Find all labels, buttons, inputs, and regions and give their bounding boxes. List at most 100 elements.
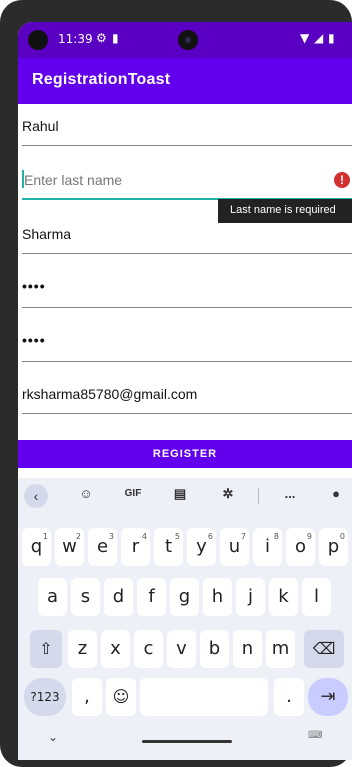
key-v[interactable]: v — [167, 630, 196, 668]
key-number-hint: 1 — [42, 532, 48, 541]
symbols-key[interactable]: ?123 — [24, 678, 66, 716]
battery-icon: ▮ — [328, 31, 335, 45]
key-e[interactable]: e3 — [88, 528, 117, 566]
key-p[interactable]: p0 — [319, 528, 348, 566]
key-x[interactable]: x — [101, 630, 130, 668]
error-icon[interactable]: ! — [334, 172, 350, 188]
screen: 11:39 ⚙ ▮ ▼ ◢ ▮ RegistrationToast Rahul … — [18, 22, 352, 760]
wifi-icon: ▼ — [300, 31, 310, 45]
more-options-button[interactable]: ... — [280, 486, 300, 506]
key-number-hint: 4 — [141, 532, 147, 541]
backspace-key[interactable]: ⌫ — [304, 630, 344, 668]
emoji-icon[interactable]: ☺ — [106, 678, 136, 716]
keyboard-toolbar: ‹ ☺ GIF ▤ ✲ ... ● — [18, 478, 352, 514]
app-bar: RegistrationToast — [18, 58, 352, 104]
key-j[interactable]: j — [236, 578, 265, 616]
chevron-left-icon[interactable]: ‹ — [24, 484, 48, 508]
password-underline — [22, 307, 352, 308]
key-number-hint: 2 — [75, 532, 81, 541]
last-name-field[interactable]: Enter last name ! — [22, 166, 352, 200]
status-time: 11:39 — [58, 32, 93, 46]
key-i[interactable]: i8 — [253, 528, 282, 566]
key-h[interactable]: h — [203, 578, 232, 616]
key-t[interactable]: t5 — [154, 528, 183, 566]
confirm-password-underline — [22, 361, 352, 362]
key-n[interactable]: n — [233, 630, 262, 668]
key-label: p — [327, 536, 340, 557]
key-number-hint: 3 — [108, 532, 114, 541]
key-k[interactable]: k — [269, 578, 298, 616]
key-a[interactable]: a — [38, 578, 67, 616]
confirm-password-field[interactable]: •••• — [22, 328, 352, 362]
keyboard-switch-icon[interactable]: ⌨ — [308, 730, 322, 741]
email-field[interactable]: rksharma85780@gmail.com — [22, 380, 352, 414]
device-frame: 11:39 ⚙ ▮ ▼ ◢ ▮ RegistrationToast Rahul … — [0, 0, 352, 767]
surname-field[interactable]: Sharma — [22, 220, 352, 254]
password-mask: •••• — [22, 278, 46, 294]
surname-underline — [22, 253, 352, 254]
key-label: w — [62, 536, 77, 557]
front-camera-punch-hole — [178, 30, 198, 50]
key-number-hint: 0 — [339, 532, 345, 541]
gif-button[interactable]: GIF — [120, 488, 146, 508]
last-name-placeholder: Enter last name — [24, 172, 123, 188]
first-name-underline — [22, 145, 352, 146]
key-number-hint: 5 — [174, 532, 180, 541]
key-q[interactable]: q1 — [22, 528, 51, 566]
shift-key[interactable]: ⇧ — [30, 630, 62, 668]
key-label: u — [228, 536, 241, 557]
key-label: e — [96, 536, 109, 557]
email-underline — [22, 413, 352, 414]
key-number-hint: 7 — [240, 532, 246, 541]
register-button[interactable]: REGISTER — [18, 440, 352, 468]
app-title: RegistrationToast — [32, 71, 171, 88]
first-name-value: Rahul — [22, 118, 59, 134]
toolbar-divider — [258, 488, 259, 504]
key-d[interactable]: d — [104, 578, 133, 616]
email-value: rksharma85780@gmail.com — [22, 386, 198, 402]
key-w[interactable]: w2 — [55, 528, 84, 566]
confirm-password-mask: •••• — [22, 332, 46, 348]
signal-icon: ◢ — [314, 31, 324, 45]
space-bar[interactable] — [140, 678, 268, 716]
key-label: t — [164, 536, 173, 557]
sd-card-icon: ▮ — [112, 31, 119, 45]
home-gesture-handle[interactable] — [142, 740, 232, 743]
key-y[interactable]: y6 — [187, 528, 216, 566]
key-z[interactable]: z — [68, 630, 97, 668]
chevron-down-icon[interactable]: ⌄ — [48, 730, 58, 744]
sticker-icon[interactable]: ☺ — [76, 486, 96, 506]
gear-icon[interactable]: ✲ — [218, 486, 238, 506]
first-name-field[interactable]: Rahul — [22, 112, 352, 146]
key-o[interactable]: o9 — [286, 528, 315, 566]
front-camera-left — [28, 30, 48, 50]
surname-value: Sharma — [22, 226, 72, 242]
clipboard-icon[interactable]: ▤ — [170, 486, 190, 506]
key-m[interactable]: m — [266, 630, 295, 668]
comma-key[interactable]: , — [72, 678, 102, 716]
period-key[interactable]: . — [274, 678, 304, 716]
key-label: y — [196, 536, 207, 557]
navigation-bar: ⌄ ⌨ — [18, 728, 352, 760]
key-c[interactable]: c — [134, 630, 163, 668]
key-number-hint: 8 — [273, 532, 279, 541]
key-g[interactable]: g — [170, 578, 199, 616]
key-r[interactable]: r4 — [121, 528, 150, 566]
key-s[interactable]: s — [71, 578, 100, 616]
key-number-hint: 9 — [306, 532, 312, 541]
key-label: o — [294, 536, 306, 557]
microphone-icon[interactable]: ● — [326, 486, 346, 506]
key-label: i — [264, 536, 270, 557]
key-label: r — [131, 536, 140, 557]
settings-icon: ⚙ — [96, 31, 107, 45]
key-u[interactable]: u7 — [220, 528, 249, 566]
key-l[interactable]: l — [302, 578, 331, 616]
password-field[interactable]: •••• — [22, 274, 352, 308]
key-f[interactable]: f — [137, 578, 166, 616]
enter-next-key[interactable]: ⇥ — [308, 678, 348, 716]
key-number-hint: 6 — [207, 532, 213, 541]
key-label: q — [30, 536, 43, 557]
key-b[interactable]: b — [200, 630, 229, 668]
soft-keyboard: ‹ ☺ GIF ▤ ✲ ... ● q1w2e3r4t5y6u7i8o9p0 a… — [18, 478, 352, 760]
status-bar: 11:39 ⚙ ▮ ▼ ◢ ▮ — [18, 22, 352, 58]
